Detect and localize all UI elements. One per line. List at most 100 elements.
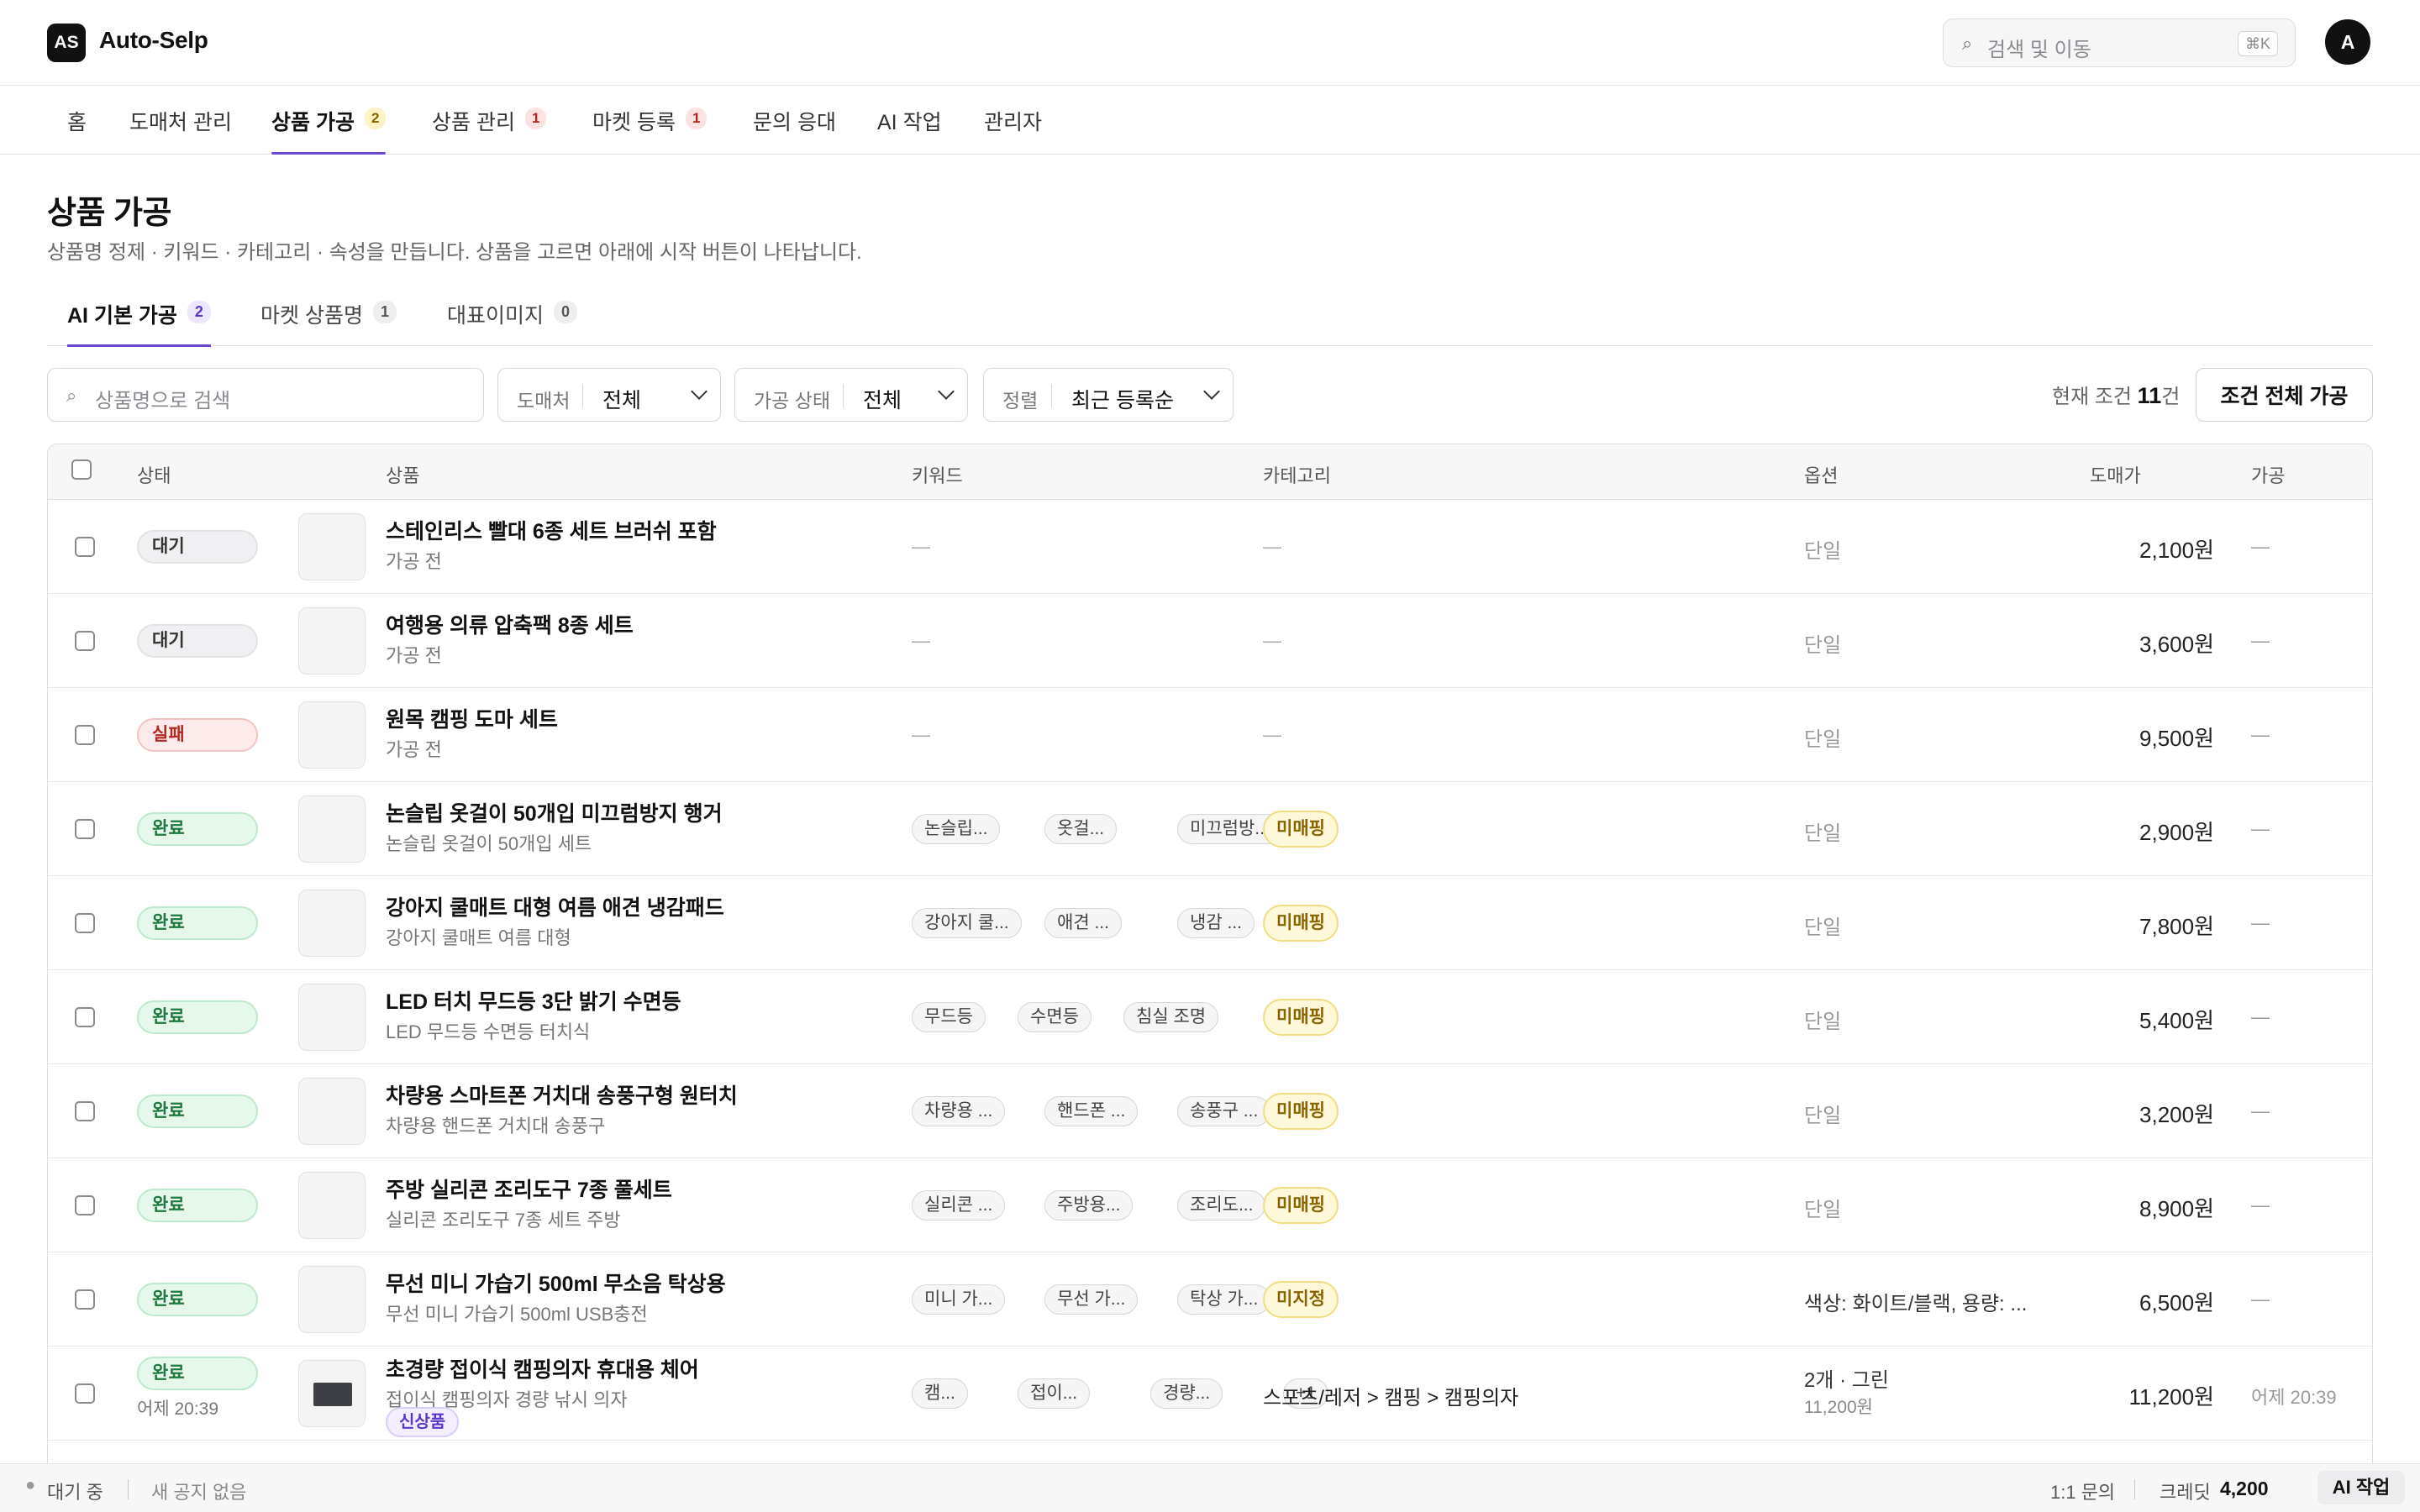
product-name[interactable]: 강아지 쿨매트 대형 여름 애견 냉감패드 bbox=[386, 891, 724, 921]
nav-home[interactable]: 홈 bbox=[67, 106, 87, 155]
category-path: 스포츠/레저 > 캠핑 > 캠핑의자 bbox=[1263, 1387, 1519, 1410]
select-value: 전체 bbox=[602, 389, 642, 412]
product-name[interactable]: 논슬립 옷걸이 50개입 미끄럼방지 행거 bbox=[386, 797, 723, 827]
table-row[interactable]: 완료 논슬립 옷걸이 50개입 미끄럼방지 행거 논슬립 옷걸이 50개입 세트 논슬… bbox=[48, 782, 2372, 876]
table-row[interactable]: 완료 LED 터치 무드등 3단 밝기 수면등 LED 무드등 수면등 터치식 무드등… bbox=[48, 970, 2372, 1064]
product-thumbnail[interactable] bbox=[298, 890, 366, 957]
product-thumbnail[interactable] bbox=[298, 513, 366, 580]
product-name[interactable]: 초경량 접이식 캠핑의자 휴대용 체어 bbox=[386, 1353, 699, 1383]
processed-time: 어제 20:39 bbox=[2251, 1387, 2337, 1408]
table-row[interactable]: 완료 주방 실리콘 조리도구 7종 풀세트 실리콘 조리도구 7종 세트 주방 실리콘… bbox=[48, 1158, 2372, 1252]
product-name[interactable]: 여행용 의류 압축팩 8종 세트 bbox=[386, 609, 634, 639]
nav-products[interactable]: 상품 관리 1 bbox=[432, 106, 547, 155]
product-thumbnail[interactable] bbox=[298, 701, 366, 769]
wholesale-price: 2,900원 bbox=[2139, 820, 2214, 845]
row-checkbox[interactable] bbox=[75, 1289, 95, 1310]
inquiry-link[interactable]: 1:1 문의 bbox=[2050, 1478, 2115, 1504]
tab-label: 대표이미지 bbox=[447, 304, 544, 328]
wholesale-price: 3,600원 bbox=[2139, 632, 2214, 657]
row-checkbox[interactable] bbox=[75, 725, 95, 745]
product-name[interactable]: 무선 미니 가습기 500ml 무소음 탁상용 bbox=[386, 1268, 726, 1298]
ai-jobs-button[interactable]: AI 작업 bbox=[2317, 1471, 2405, 1504]
product-thumbnail[interactable] bbox=[298, 984, 366, 1051]
product-thumbnail[interactable] bbox=[298, 1078, 366, 1145]
notice-text[interactable]: 새 공지 없음 bbox=[151, 1478, 246, 1504]
sort-select[interactable]: 정렬 최근 등록순 bbox=[983, 368, 1234, 422]
chevron-down-icon bbox=[938, 383, 955, 400]
row-checkbox[interactable] bbox=[75, 913, 95, 933]
app-logo[interactable]: AS bbox=[47, 24, 86, 62]
product-subtitle: 강아지 쿨매트 여름 대형 bbox=[386, 927, 571, 948]
product-search-input[interactable]: ⌕ 상품명으로 검색 bbox=[47, 368, 484, 422]
page-title: 상품 가공 bbox=[47, 196, 171, 231]
product-subtitle: 차량용 핸드폰 거치대 송풍구 bbox=[386, 1116, 606, 1137]
row-checkbox[interactable] bbox=[75, 1007, 95, 1027]
table-row[interactable]: 완료 강아지 쿨매트 대형 여름 애견 냉감패드 강아지 쿨매트 여름 대형 강아지 … bbox=[48, 876, 2372, 970]
tab-market-name[interactable]: 마켓 상품명 1 bbox=[260, 299, 397, 346]
processed-time: — bbox=[2251, 1006, 2270, 1027]
divider bbox=[843, 384, 844, 407]
row-checkbox[interactable] bbox=[75, 1195, 95, 1215]
tab-ai-basic[interactable]: AI 기본 가공 2 bbox=[67, 299, 211, 347]
search-placeholder: 검색 및 이동 bbox=[1987, 39, 2091, 61]
bulk-process-button[interactable]: 조건 전체 가공 bbox=[2196, 368, 2373, 422]
product-thumbnail[interactable] bbox=[298, 607, 366, 675]
table-row[interactable]: 완료 어제 20:39 초경량 접이식 캠핑의자 휴대용 체어 접이식 캠핑의자 경량… bbox=[48, 1347, 2372, 1441]
product-name[interactable]: 주방 실리콘 조리도구 7종 풀세트 bbox=[386, 1173, 672, 1204]
search-icon: ⌕ bbox=[1962, 33, 1973, 54]
option-text: 단일 bbox=[1804, 1199, 1842, 1221]
nav-market[interactable]: 마켓 등록 1 bbox=[592, 106, 708, 155]
top-bar: AS Auto-Selp ⌕ 검색 및 이동 ⌘K A bbox=[0, 0, 2420, 86]
keyword-chip: 침실 조명 bbox=[1123, 1002, 1219, 1032]
select-label: 가공 상태 bbox=[754, 390, 831, 412]
row-checkbox[interactable] bbox=[75, 631, 95, 651]
tab-label: AI 기본 가공 bbox=[67, 304, 177, 328]
status-badge: 완료 bbox=[137, 1189, 258, 1222]
nav-ai-jobs[interactable]: AI 작업 bbox=[877, 106, 942, 155]
user-avatar[interactable]: A bbox=[2325, 19, 2370, 65]
table-row[interactable]: 대기 여행용 의류 압축팩 8종 세트 가공 전 — — 단일 3,600원 — bbox=[48, 594, 2372, 688]
product-subtitle: LED 무드등 수면등 터치식 bbox=[386, 1021, 591, 1042]
processed-time: — bbox=[2251, 1194, 2270, 1215]
shortcut-hint: ⌘K bbox=[2237, 31, 2278, 56]
product-thumbnail[interactable] bbox=[298, 1172, 366, 1239]
category-badge: 미지정 bbox=[1263, 1281, 1339, 1318]
app-name[interactable]: Auto-Selp bbox=[99, 27, 208, 54]
table-row[interactable]: 완료 무선 미니 가습기 500ml 무소음 탁상용 무선 미니 가습기 500ml… bbox=[48, 1252, 2372, 1347]
status-badge: 대기 bbox=[137, 530, 258, 564]
main-nav: 홈 도매처 관리 상품 가공 2 상품 관리 1 마켓 등록 1 문의 응대 AI 작… bbox=[0, 86, 2420, 155]
option-text: 단일 bbox=[1804, 1105, 1842, 1127]
nav-processing[interactable]: 상품 가공 2 bbox=[271, 106, 387, 155]
credit-label: 크레딧 bbox=[2160, 1482, 2211, 1503]
category-badge: 미매핑 bbox=[1263, 811, 1339, 848]
product-name[interactable]: 차량용 스마트폰 거치대 송풍구형 원터치 bbox=[386, 1079, 738, 1110]
product-name[interactable]: 스테인리스 빨대 6종 세트 브러쉬 포함 bbox=[386, 515, 717, 545]
table-row[interactable]: 완료 차량용 스마트폰 거치대 송풍구형 원터치 차량용 핸드폰 거치대 송풍구 차량… bbox=[48, 1064, 2372, 1158]
supplier-select[interactable]: 도매처 전체 bbox=[497, 368, 721, 422]
product-subtitle: 가공 전 bbox=[386, 739, 442, 760]
product-name[interactable]: LED 터치 무드등 3단 밝기 수면등 bbox=[386, 985, 681, 1016]
product-thumbnail[interactable] bbox=[298, 1266, 366, 1333]
process-status-select[interactable]: 가공 상태 전체 bbox=[734, 368, 968, 422]
table-row[interactable]: 실패 원목 캠핑 도마 세트 가공 전 — — 단일 9,500원 — bbox=[48, 688, 2372, 782]
nav-suppliers[interactable]: 도매처 관리 bbox=[129, 106, 232, 155]
nav-admin[interactable]: 관리자 bbox=[984, 106, 1042, 155]
row-checkbox[interactable] bbox=[75, 1383, 95, 1404]
row-checkbox[interactable] bbox=[75, 819, 95, 839]
product-thumbnail[interactable] bbox=[298, 795, 366, 863]
row-checkbox[interactable] bbox=[75, 537, 95, 557]
tab-main-image[interactable]: 대표이미지 0 bbox=[447, 299, 578, 346]
nav-label: 마켓 등록 bbox=[592, 111, 676, 134]
search-placeholder: 상품명으로 검색 bbox=[95, 390, 231, 412]
chevron-down-icon bbox=[1203, 383, 1220, 400]
table-row[interactable]: 대기 스테인리스 빨대 6종 세트 브러쉬 포함 가공 전 — — 단일 2,100원 — bbox=[48, 500, 2372, 594]
row-checkbox[interactable] bbox=[75, 1101, 95, 1121]
product-thumbnail[interactable] bbox=[298, 1360, 366, 1427]
global-search[interactable]: ⌕ 검색 및 이동 ⌘K bbox=[1943, 18, 2296, 67]
status-time: 어제 20:39 bbox=[137, 1399, 219, 1419]
product-name[interactable]: 원목 캠핑 도마 세트 bbox=[386, 703, 558, 733]
status-badge: 완료 bbox=[137, 1095, 258, 1128]
nav-label: 관리자 bbox=[984, 111, 1043, 134]
nav-inquiry[interactable]: 문의 응대 bbox=[753, 106, 836, 155]
select-all-checkbox[interactable] bbox=[71, 459, 92, 480]
